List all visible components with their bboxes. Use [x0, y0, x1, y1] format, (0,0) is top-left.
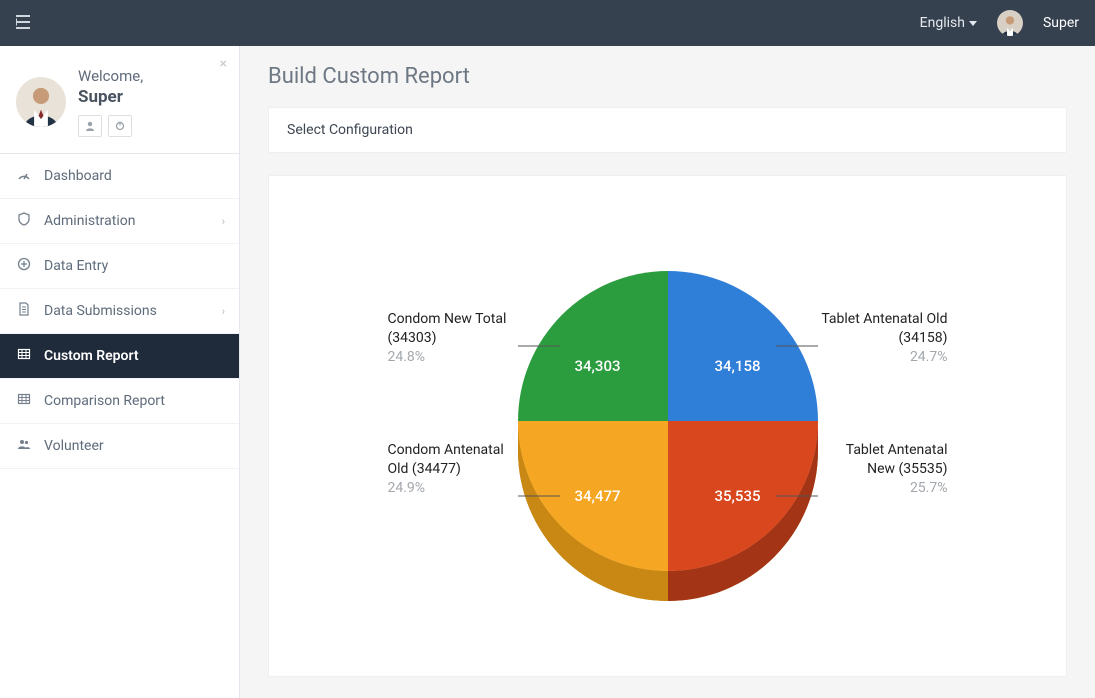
- pie-chart: 34,158 35,535 34,477 34,303 Tablet Anten…: [388, 206, 948, 636]
- sidebar-item-label: Volunteer: [44, 438, 104, 454]
- sidebar-item-data-submissions[interactable]: Data Submissions ›: [0, 289, 239, 334]
- slice-label-3: Condom New Total (34303) 24.8%: [388, 310, 518, 367]
- chevron-right-icon: ›: [222, 215, 225, 228]
- slice-label-1: Tablet Antenatal New (35535) 25.7%: [818, 441, 948, 498]
- menu-toggle-icon[interactable]: [16, 14, 34, 33]
- sidebar-item-label: Comparison Report: [44, 393, 165, 409]
- avatar-large: [16, 77, 66, 127]
- config-panel-label: Select Configuration: [287, 122, 413, 138]
- sidebar: × Welcome, Super: [0, 46, 240, 698]
- caret-down-icon: [969, 21, 977, 26]
- sidebar-item-label: Data Submissions: [44, 303, 157, 319]
- sidebar-item-label: Administration: [44, 213, 135, 229]
- sidebar-nav: Dashboard Administration › Data Entry D: [0, 154, 239, 469]
- grid-icon: [16, 347, 32, 365]
- language-selector[interactable]: English: [920, 15, 977, 31]
- topbar-user-name: Super: [1043, 15, 1079, 31]
- plus-circle-icon: [16, 257, 32, 275]
- shield-icon: [16, 212, 32, 230]
- grid-icon: [16, 392, 32, 410]
- config-panel[interactable]: Select Configuration: [268, 107, 1067, 153]
- sidebar-item-label: Data Entry: [44, 258, 108, 274]
- topbar: English Super: [0, 0, 1095, 46]
- language-label: English: [920, 15, 965, 31]
- page-title: Build Custom Report: [268, 64, 1067, 89]
- gauge-icon: [16, 167, 32, 185]
- profile-icon-button[interactable]: [78, 115, 102, 137]
- slice-label-0: Tablet Antenatal Old (34158) 24.7%: [818, 310, 948, 367]
- sidebar-item-volunteer[interactable]: Volunteer: [0, 424, 239, 469]
- sidebar-item-comparison-report[interactable]: Comparison Report: [0, 379, 239, 424]
- power-icon-button[interactable]: [108, 115, 132, 137]
- doc-icon: [16, 302, 32, 320]
- slice-label-2: Condom Antenatal Old (34477) 24.9%: [388, 441, 518, 498]
- sidebar-item-label: Custom Report: [44, 348, 139, 364]
- sidebar-item-administration[interactable]: Administration ›: [0, 199, 239, 244]
- users-icon: [16, 437, 32, 455]
- sidebar-item-dashboard[interactable]: Dashboard: [0, 154, 239, 199]
- chart-card: 34,158 35,535 34,477 34,303 Tablet Anten…: [268, 175, 1067, 677]
- avatar-small[interactable]: [997, 10, 1023, 36]
- content: Build Custom Report Select Configuration: [240, 46, 1095, 698]
- welcome-user-name: Super: [78, 86, 143, 109]
- close-icon[interactable]: ×: [220, 56, 227, 72]
- sidebar-item-data-entry[interactable]: Data Entry: [0, 244, 239, 289]
- sidebar-item-custom-report[interactable]: Custom Report: [0, 334, 239, 379]
- sidebar-item-label: Dashboard: [44, 168, 112, 184]
- welcome-block: Welcome, Super: [0, 46, 239, 154]
- welcome-label: Welcome,: [78, 67, 143, 85]
- chevron-right-icon: ›: [222, 305, 225, 318]
